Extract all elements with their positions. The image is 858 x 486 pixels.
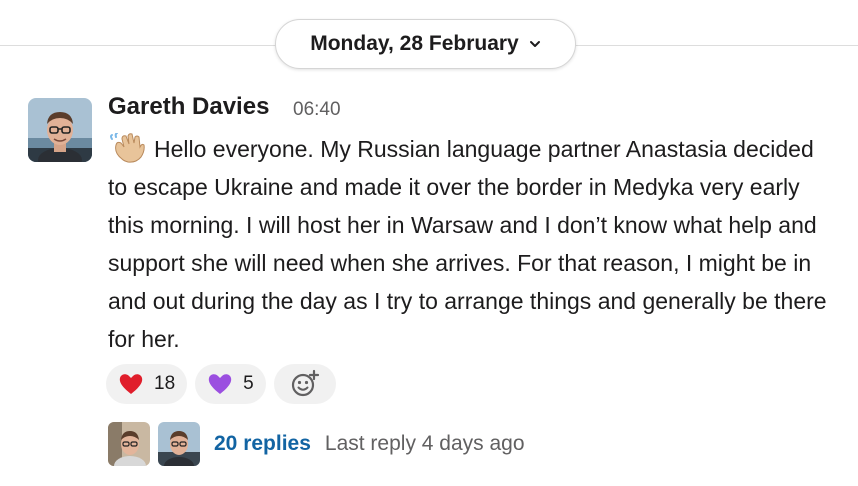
message-body: Hello everyone. My Russian language part… — [108, 130, 828, 358]
avatar-image — [108, 422, 150, 466]
last-reply-text: Last reply 4 days ago — [324, 432, 525, 455]
purple-heart-icon — [208, 374, 232, 394]
thread-summary[interactable]: 20 replies Last reply 4 days ago — [108, 422, 525, 466]
reactions-bar: 18 5 — [106, 364, 336, 404]
message-timestamp[interactable]: 06:40 — [293, 99, 341, 121]
add-reaction-button[interactable] — [273, 364, 336, 404]
date-label: Monday, 28 February — [310, 32, 519, 55]
add-emoji-icon — [291, 369, 319, 397]
message-view: Monday, 28 February Gareth Davies 06:40 … — [0, 0, 858, 486]
author-name[interactable]: Gareth Davies — [108, 93, 269, 121]
avatar — [158, 422, 200, 466]
reaction-count: 18 — [154, 373, 176, 394]
reaction-red-heart[interactable]: 18 — [106, 364, 188, 404]
message-text: Hello everyone. My Russian language part… — [108, 136, 827, 352]
waving-hand-icon — [110, 133, 145, 163]
avatar — [108, 422, 150, 466]
avatar[interactable] — [28, 98, 92, 162]
avatar-image — [158, 422, 200, 466]
replies-link[interactable]: 20 replies — [214, 432, 311, 456]
date-divider-button[interactable]: Monday, 28 February — [275, 19, 576, 69]
reaction-purple-heart[interactable]: 5 — [195, 364, 266, 404]
reaction-count: 5 — [243, 373, 254, 394]
avatar-image — [28, 98, 92, 162]
chevron-down-icon — [529, 41, 540, 47]
red-heart-icon — [119, 374, 143, 394]
